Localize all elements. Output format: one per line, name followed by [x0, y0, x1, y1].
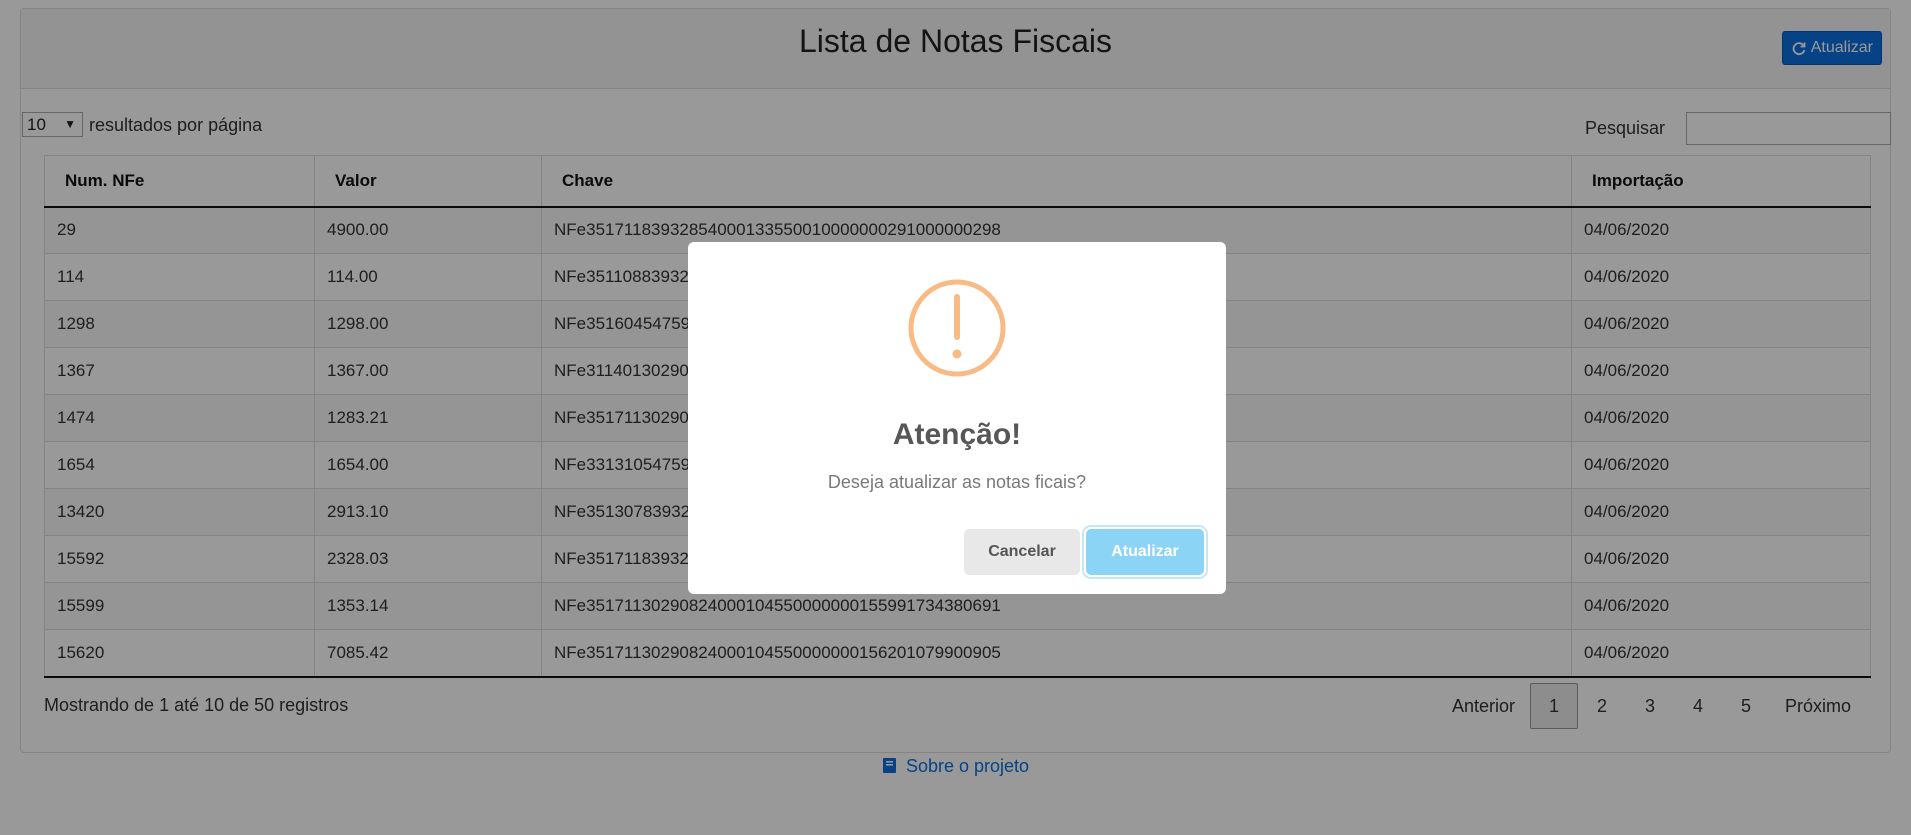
cancel-button[interactable]: Cancelar: [964, 529, 1080, 575]
dialog-message: Deseja atualizar as notas ficais?: [827, 472, 1087, 492]
warning-icon: [908, 279, 1006, 377]
confirm-button[interactable]: Atualizar: [1086, 529, 1204, 575]
confirm-dialog: Atenção! Deseja atualizar as notas ficai…: [688, 242, 1226, 594]
dialog-title: Atenção!: [892, 418, 1022, 451]
dialog-actions: Cancelar Atualizar: [964, 529, 1204, 575]
